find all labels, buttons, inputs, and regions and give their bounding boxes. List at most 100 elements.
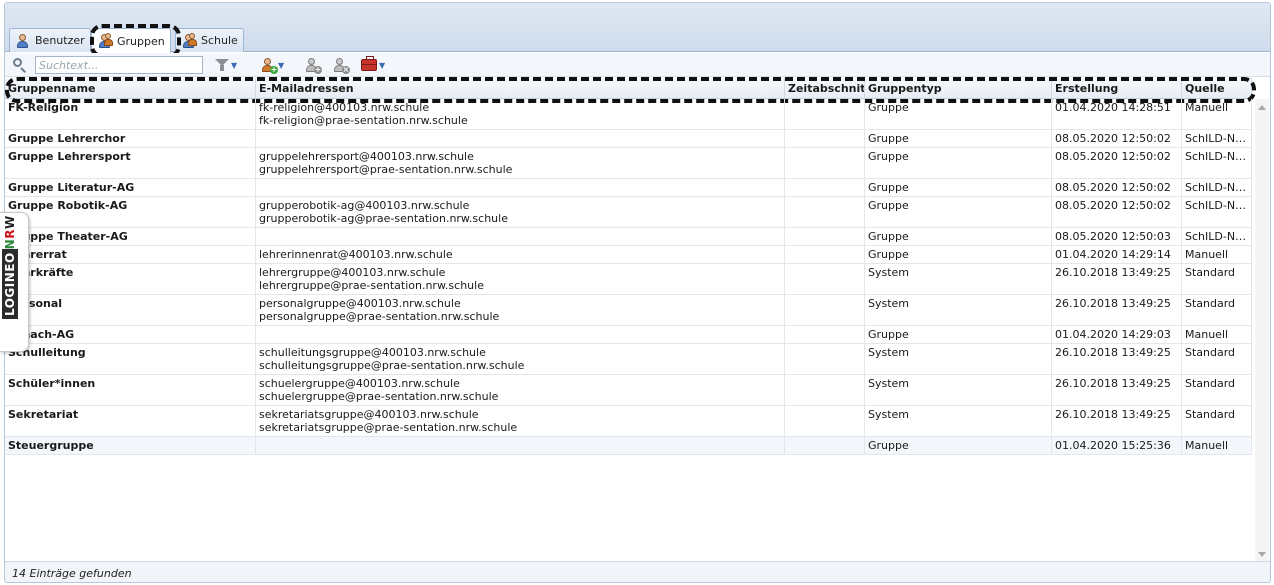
table-row[interactable]: Gruppe Literatur-AG Gruppe 08.05.2020 12:… [5,179,1252,197]
table-row[interactable]: Personal personalgruppe@400103.nrw.schule… [5,295,1252,326]
remove-member-button[interactable]: × [332,56,350,74]
email-cell: lehrerinnenrat@400103.nrw.schule [256,246,785,263]
table-row[interactable]: Schüler*innen schuelergruppe@400103.nrw.s… [5,375,1252,406]
group-type-cell: System [865,344,1052,374]
column-header-erstellung[interactable]: Erstellung [1052,78,1182,98]
period-cell [785,246,865,263]
created-cell: 08.05.2020 12:50:02 [1052,148,1182,178]
email-address: gruppelehrersport@400103.nrw.schule [259,150,474,163]
created-cell: 08.05.2020 12:50:03 [1052,228,1182,245]
column-header-emails[interactable]: E-Mailadressen [256,78,785,98]
group-name-cell: Gruppe Literatur-AG [5,179,256,196]
email-address: lehrerinnenrat@400103.nrw.schule [259,248,453,261]
source-cell: Standard [1182,406,1252,436]
source-cell: Standard [1182,295,1252,325]
created-cell: 26.10.2018 13:49:25 [1052,295,1182,325]
table-row[interactable]: Gruppe Robotik-AG grupperobotik-ag@400103… [5,197,1252,228]
column-header-quelle[interactable]: Quelle [1182,78,1252,98]
email-address: lehrergruppe@400103.nrw.schule [259,266,446,279]
email-address [259,132,781,145]
vertical-scrollbar[interactable] [1255,99,1269,561]
tab-schule[interactable]: Schule [175,28,244,52]
group-type-cell: Gruppe [865,228,1052,245]
created-cell: 01.04.2020 15:25:36 [1052,437,1182,454]
group-type-cell: Gruppe [865,99,1052,129]
source-cell: SchILD-NRW [1182,148,1252,178]
email-cell [256,228,785,245]
group-name-cell: Gruppe Robotik-AG [5,197,256,227]
group-type-cell: Gruppe [865,179,1052,196]
grid-header: Gruppenname E-Mailadressen Zeitabschnitt… [5,78,1252,99]
table-row[interactable]: Schach-AG Gruppe 01.04.2020 14:29:03 Manue… [5,326,1252,344]
period-cell [785,228,865,245]
table-row[interactable]: Gruppe Theater-AG Gruppe 08.05.2020 12:50… [5,228,1252,246]
table-row[interactable]: Schulleitung schulleitungsgruppe@400103.n… [5,344,1252,375]
add-group-button[interactable]: + ▼ [260,56,284,74]
user-icon [15,33,31,49]
app-window: Benutzer Gruppen Schule ▼ + ▼ + × [4,2,1271,583]
group-type-cell: Gruppe [865,437,1052,454]
source-cell: Standard [1182,344,1252,374]
email-address: schulleitungsgruppe@prae-sentation.nrw.s… [259,359,525,372]
search-input[interactable] [35,56,203,74]
period-cell [785,130,865,147]
email-address [259,181,781,194]
email-cell: schuelergruppe@400103.nrw.schule schueler… [256,375,785,405]
source-cell: SchILD-NRW [1182,130,1252,147]
email-cell: schulleitungsgruppe@400103.nrw.schule sch… [256,344,785,374]
table-row[interactable]: FK-Religion fk-religion@400103.nrw.schule… [5,99,1252,130]
table-row[interactable]: Gruppe Lehrersport gruppelehrersport@4001… [5,148,1252,179]
email-address: grupperobotik-ag@400103.nrw.schule [259,199,470,212]
source-cell: Manuell [1182,246,1252,263]
created-cell: 26.10.2018 13:49:25 [1052,406,1182,436]
table-row[interactable]: Lehrerrat lehrerinnenrat@400103.nrw.schul… [5,246,1252,264]
group-name-cell: Gruppe Theater-AG [5,228,256,245]
tools-button[interactable]: ▼ [361,56,385,74]
add-member-button[interactable]: + [304,56,322,74]
source-cell: Manuell [1182,326,1252,343]
table-row[interactable]: Sekretariat sekretariatsgruppe@400103.nrw… [5,406,1252,437]
email-address: schuelergruppe@prae-sentation.nrw.schule [259,390,499,403]
table-row[interactable]: Gruppe Lehrerchor Gruppe 08.05.2020 12:50… [5,130,1252,148]
add-group-icon: + [260,57,278,74]
email-cell: grupperobotik-ag@400103.nrw.schule gruppe… [256,197,785,227]
group-type-cell: System [865,295,1052,325]
tab-benutzer[interactable]: Benutzer [9,28,91,52]
group-name-cell: FK-Religion [5,99,256,129]
group-name-cell: Schach-AG [5,326,256,343]
source-cell: Manuell [1182,99,1252,129]
period-cell [785,326,865,343]
toolbox-icon [361,56,377,71]
period-cell [785,179,865,196]
logineo-side-tab[interactable]: LOGINEONRW [0,212,29,352]
filter-button[interactable]: ▼ [215,56,237,74]
email-address: personalgruppe@prae-sentation.nrw.schule [259,310,500,323]
tab-gruppen[interactable]: Gruppen [91,28,171,53]
source-cell: Manuell [1182,437,1252,454]
column-header-gruppentyp[interactable]: Gruppentyp [865,78,1052,98]
email-cell: fk-religion@400103.nrw.schule fk-religion… [256,99,785,129]
source-cell: Standard [1182,264,1252,294]
group-name-cell: Schulleitung [5,344,256,374]
email-address [259,328,781,341]
scroll-up-icon[interactable] [1258,105,1266,110]
email-address: sekretariatsgruppe@prae-sentation.nrw.sc… [259,421,518,434]
group-type-cell: System [865,264,1052,294]
period-cell [785,148,865,178]
scroll-down-icon[interactable] [1258,552,1266,557]
group-name-cell: Personal [5,295,256,325]
toolbar: ▼ + ▼ + × ▼ [5,53,1270,77]
email-cell [256,130,785,147]
search-icon [12,57,28,73]
period-cell [785,375,865,405]
column-header-zeitabschnitt[interactable]: Zeitabschnitt [785,78,865,98]
email-address [259,230,781,243]
column-header-gruppenname[interactable]: Gruppenname [5,78,256,98]
tab-label: Gruppen [117,34,165,48]
email-address: personalgruppe@400103.nrw.schule [259,297,461,310]
tab-label: Schule [201,34,238,47]
table-row[interactable]: Lehrkräfte lehrergruppe@400103.nrw.schule… [5,264,1252,295]
table-row[interactable]: Steuergruppe Gruppe 01.04.2020 15:25:36 Ma… [5,437,1252,455]
email-cell: sekretariatsgruppe@400103.nrw.schule sekr… [256,406,785,436]
email-address [259,439,781,452]
